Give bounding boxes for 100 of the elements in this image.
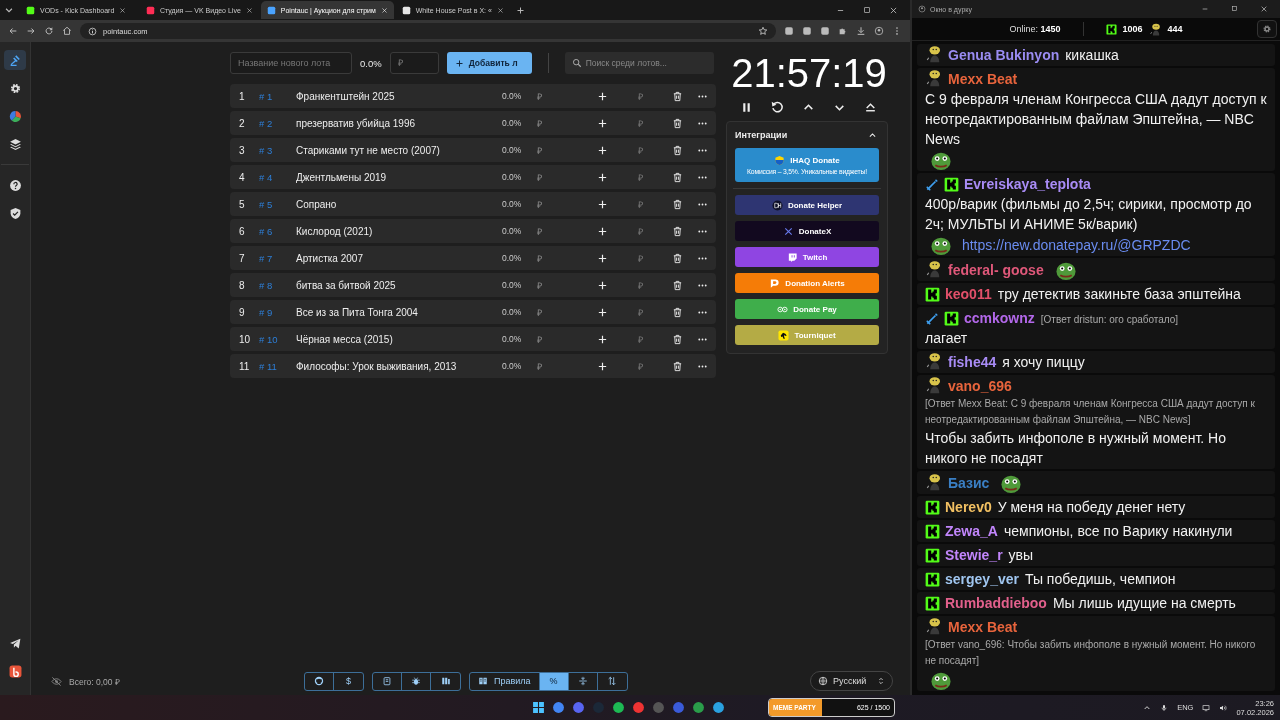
- lot-percent: 0.0%: [502, 280, 523, 290]
- username[interactable]: Stewie_r: [945, 547, 1003, 563]
- lot-id[interactable]: # 6: [259, 225, 296, 237]
- username[interactable]: Mexx Beat: [948, 71, 1018, 87]
- amount-input[interactable]: ₽: [618, 359, 670, 373]
- trash-icon: [671, 306, 683, 318]
- integration-button[interactable]: Donate Helper: [735, 195, 879, 215]
- lot-id[interactable]: # 3: [259, 144, 296, 156]
- amount-input[interactable]: ₽: [618, 197, 670, 211]
- add-lot-button[interactable]: Добавить л: [446, 52, 532, 74]
- app-icon[interactable]: [672, 701, 685, 714]
- chevron-up-icon: [1143, 703, 1152, 712]
- lot-id[interactable]: # 2: [259, 117, 296, 129]
- language-select[interactable]: Русский: [810, 671, 893, 691]
- username[interactable]: Базис: [948, 475, 990, 491]
- username[interactable]: vano_696: [948, 378, 1012, 394]
- close-icon: [245, 6, 253, 14]
- username[interactable]: Evreiskaya_teplota: [964, 176, 1091, 192]
- username[interactable]: Genua Bukinyon: [948, 47, 1060, 63]
- amount-input[interactable]: ₽: [618, 332, 670, 346]
- eye-off-icon: [51, 675, 62, 687]
- username[interactable]: federal- goose: [948, 262, 1044, 278]
- integration-button[interactable]: DonateX: [735, 221, 879, 241]
- search-field[interactable]: Поиск среди лотов...: [564, 52, 714, 74]
- plus-icon: [596, 279, 608, 291]
- toolbar-button[interactable]: Правила: [470, 672, 540, 690]
- lot-id[interactable]: # 10: [259, 333, 296, 345]
- lot-name: Стариками тут не место (2007): [296, 144, 441, 156]
- message-link[interactable]: https://new.donatepay.ru/@GRPZDC: [961, 237, 1191, 253]
- username[interactable]: sergey_ver: [945, 571, 1019, 587]
- lot-row[interactable]: 9 # 9 Все из за Пита Тонга 2004 0.0% ₽ ₽: [230, 300, 716, 324]
- monogram-icon: [771, 199, 783, 211]
- columns-icon: [440, 676, 451, 686]
- lot-currency: ₽: [536, 90, 543, 103]
- app-icon[interactable]: [692, 701, 705, 714]
- integration-button[interactable]: Donate Pay: [735, 299, 879, 319]
- amount-input[interactable]: ₽: [618, 278, 670, 292]
- amount-input[interactable]: ₽: [618, 116, 670, 130]
- lot-id[interactable]: # 4: [259, 171, 296, 183]
- settings-button[interactable]: [1257, 20, 1277, 38]
- lot-row[interactable]: 1 # 1 Франкентштейн 2025 0.0% ₽ ₽: [230, 84, 716, 108]
- app-icon[interactable]: [552, 701, 565, 714]
- lot-id[interactable]: # 5: [259, 198, 296, 210]
- toolbar-button[interactable]: %: [539, 672, 569, 690]
- lot-row[interactable]: 6 # 6 Кислород (2021) 0.0% ₽ ₽: [230, 219, 716, 243]
- clipboard-icon: [382, 676, 392, 686]
- lot-currency: ₽: [536, 198, 543, 211]
- amount-input[interactable]: ₽: [618, 251, 670, 265]
- lot-id[interactable]: # 7: [259, 252, 296, 264]
- message-text: чемпионы, все по Варику накинули: [1003, 522, 1233, 541]
- lot-position: 11: [239, 360, 251, 372]
- close-icon: [380, 6, 388, 14]
- message-text: лагает: [925, 329, 969, 348]
- lot-currency: ₽: [536, 171, 543, 184]
- lot-row[interactable]: 4 # 4 Джентльмены 2019 0.0% ₽ ₽: [230, 165, 716, 189]
- plus-icon: [596, 360, 608, 372]
- star-icon: [758, 26, 768, 36]
- amount-input[interactable]: ₽: [618, 224, 670, 238]
- lot-row[interactable]: 3 # 3 Стариками тут не место (2007) 0.0% ₽ ₽: [230, 138, 716, 162]
- app-icon[interactable]: [712, 701, 725, 714]
- lot-id[interactable]: # 8: [259, 279, 296, 291]
- lot-id[interactable]: # 11: [259, 360, 296, 372]
- amount-field[interactable]: ₽: [389, 52, 439, 74]
- username[interactable]: Rumbaddieboo: [945, 595, 1047, 611]
- lot-row[interactable]: 2 # 2 презерватив убийца 1996 0.0% ₽ ₽: [230, 111, 716, 135]
- username[interactable]: fishe44: [948, 354, 997, 370]
- toolbar-button[interactable]: $: [334, 672, 363, 690]
- app-icon[interactable]: [612, 701, 625, 714]
- site-info-icon: [88, 26, 97, 36]
- plus-icon: [596, 306, 608, 318]
- integration-button[interactable]: Twitch: [735, 247, 879, 267]
- speaker-icon: [1219, 703, 1228, 712]
- username[interactable]: Nerev0: [945, 499, 992, 515]
- lot-percent: 0.0%: [502, 145, 523, 155]
- reset-button[interactable]: [769, 99, 785, 115]
- lot-id[interactable]: # 9: [259, 306, 296, 318]
- new-tab-icon: [515, 5, 525, 15]
- lot-row[interactable]: 11 # 11 Философы: Урок выживания, 2013 0.0% ₽ ₽: [230, 354, 716, 378]
- amount-input[interactable]: ₽: [618, 170, 670, 184]
- username[interactable]: Zewa_A: [945, 523, 998, 539]
- lot-row[interactable]: 10 # 10 Чёрная месса (2015) 0.0% ₽ ₽: [230, 327, 716, 351]
- username[interactable]: ccmkownz: [964, 310, 1035, 326]
- amount-input[interactable]: ₽: [618, 143, 670, 157]
- plus-icon: [454, 58, 464, 68]
- trash-icon: [671, 333, 683, 345]
- lot-row[interactable]: 8 # 8 битва за битвой 2025 0.0% ₽ ₽: [230, 273, 716, 297]
- lot-row[interactable]: 7 # 7 Артистка 2007 0.0% ₽ ₽: [230, 246, 716, 270]
- reset-icon: [770, 100, 784, 114]
- app-icon[interactable]: [572, 701, 585, 714]
- lot-currency: ₽: [536, 252, 543, 265]
- username[interactable]: Mexx Beat: [948, 619, 1018, 635]
- logo-icon: [8, 664, 22, 678]
- lot-name-field[interactable]: Название нового лота: [230, 52, 352, 74]
- app-icon[interactable]: [632, 701, 645, 714]
- lot-id[interactable]: # 1: [259, 90, 296, 102]
- lot-row[interactable]: 5 # 5 Сопрано 0.0% ₽ ₽: [230, 192, 716, 216]
- username[interactable]: keo011: [945, 286, 992, 302]
- amount-input[interactable]: ₽: [618, 305, 670, 319]
- amount-input[interactable]: ₽: [618, 89, 670, 103]
- nav-button[interactable]: [4, 50, 26, 70]
